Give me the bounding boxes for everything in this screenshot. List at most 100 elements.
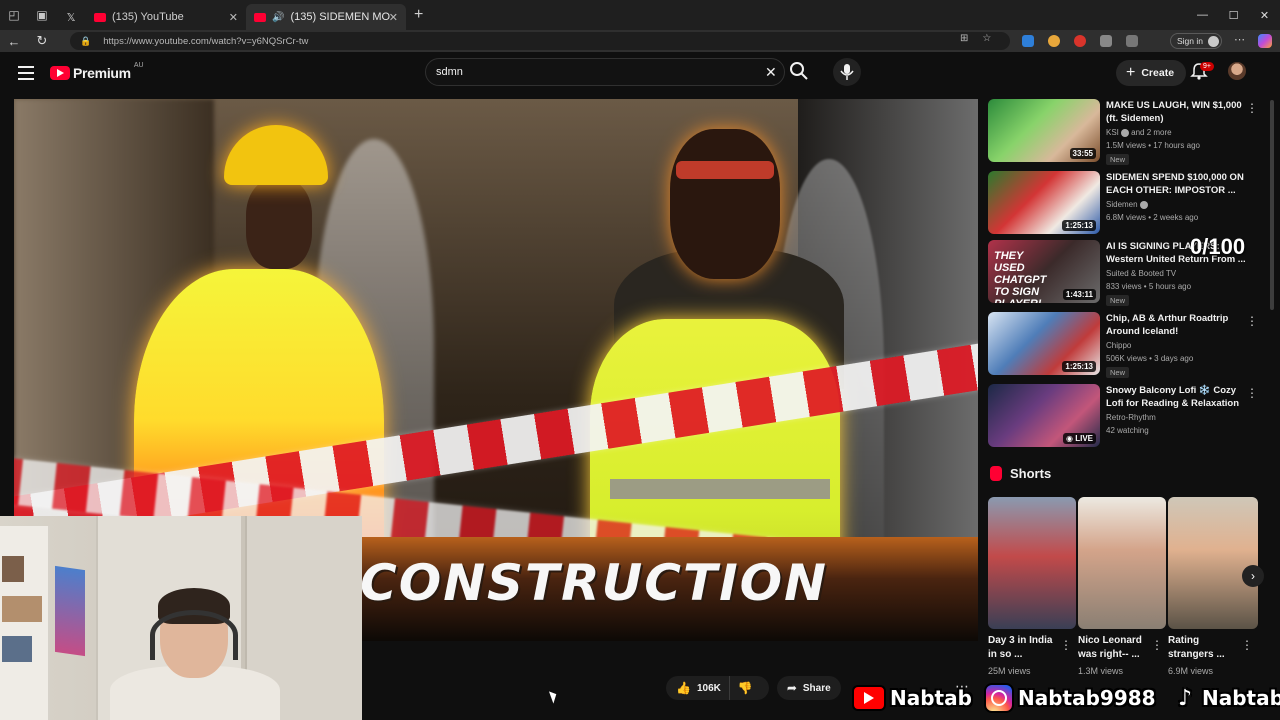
extensions-puzzle-icon[interactable] bbox=[1100, 35, 1112, 47]
address-bar[interactable]: 🔒 https://www.youtube.com/watch?v=y6NQSr… bbox=[70, 32, 1010, 50]
maximize-icon[interactable]: ☐ bbox=[1218, 0, 1249, 30]
hamburger-menu-icon[interactable] bbox=[18, 66, 34, 84]
video-title[interactable]: Chip, AB & Arthur Roadtrip Around Icelan… bbox=[1106, 312, 1246, 338]
new-badge: New bbox=[1106, 295, 1130, 306]
tab-label: (135) SIDEMEN MONOPOLY bbox=[290, 11, 391, 23]
tiktok-logo-icon: ♪ bbox=[1177, 685, 1193, 711]
short-options-icon[interactable]: ⋮ bbox=[1241, 638, 1253, 652]
tiktok-handle-overlay: ♪ Nabtab bbox=[1172, 681, 1280, 715]
tab-close-icon[interactable]: ✕ bbox=[229, 11, 238, 24]
clear-search-icon[interactable]: ✕ bbox=[765, 64, 777, 81]
sidebar-scrollbar[interactable] bbox=[1270, 100, 1274, 310]
channel-name[interactable]: Suited & Booted TV bbox=[1106, 269, 1176, 278]
extension-icon[interactable] bbox=[1048, 35, 1060, 47]
verified-icon bbox=[1120, 128, 1129, 137]
duration-badge: 1:25:13 bbox=[1062, 220, 1096, 231]
like-dislike-group: 👍 106K 👎 bbox=[666, 676, 769, 700]
favorite-star-icon[interactable]: ☆ bbox=[982, 33, 991, 44]
duration-badge: 1:25:13 bbox=[1062, 361, 1096, 372]
url-text: https://www.youtube.com/watch?v=y6NQSrCr… bbox=[103, 35, 309, 47]
extension-icon[interactable] bbox=[1022, 35, 1034, 47]
favorites-icon[interactable] bbox=[1126, 35, 1138, 47]
video-thumbnail[interactable]: 33:55 bbox=[988, 99, 1100, 162]
channel-name[interactable]: Chippo bbox=[1106, 341, 1131, 350]
recommendation-item[interactable]: 1:25:13 SIDEMEN SPEND $100,000 ON EACH O… bbox=[988, 171, 1268, 237]
video-title[interactable]: MAKE US LAUGH, WIN $1,000 (ft. Sidemen) bbox=[1106, 99, 1246, 125]
logo-text: Premium bbox=[73, 65, 131, 81]
verified-icon bbox=[1139, 200, 1148, 209]
video-person-left-head bbox=[246, 179, 312, 269]
search-input[interactable]: sdmn bbox=[436, 66, 463, 78]
youtube-handle: Nabtab bbox=[890, 686, 972, 710]
plus-icon: + bbox=[1126, 64, 1136, 81]
minimize-icon[interactable]: — bbox=[1187, 0, 1218, 30]
video-thumbnail[interactable]: 1:25:13 bbox=[988, 312, 1100, 375]
new-tab-icon[interactable]: + bbox=[414, 6, 423, 24]
short-thumbnail[interactable] bbox=[1078, 497, 1166, 629]
webcam-overlay bbox=[0, 516, 362, 720]
video-thumbnail[interactable]: THEY USED CHATGPT TO SIGN PLAYER! 1:43:1… bbox=[988, 240, 1100, 303]
x-logo-icon: 𝕏 bbox=[66, 11, 76, 24]
tv-screen bbox=[55, 565, 85, 657]
video-thumbnail[interactable]: 1:25:13 bbox=[988, 171, 1100, 234]
short-title[interactable]: Nico Leonard was right-- ... bbox=[1078, 634, 1148, 662]
duration-badge: 33:55 bbox=[1069, 148, 1096, 159]
browser-workspace-icon[interactable]: ◰ bbox=[0, 0, 28, 30]
tab-x[interactable]: 𝕏 bbox=[56, 4, 86, 30]
instagram-handle: Nabtab9988 bbox=[1018, 686, 1156, 710]
tab-actions-icon[interactable]: ▣ bbox=[28, 0, 56, 30]
recommendation-item[interactable]: 33:55 MAKE US LAUGH, WIN $1,000 (ft. Sid… bbox=[988, 99, 1268, 165]
shorts-next-icon[interactable]: › bbox=[1242, 565, 1264, 587]
video-options-icon[interactable]: ⋮ bbox=[1246, 101, 1258, 115]
create-button[interactable]: + Create bbox=[1116, 60, 1187, 86]
refresh-icon[interactable]: ↻ bbox=[28, 33, 56, 49]
instagram-logo-icon bbox=[984, 683, 1014, 713]
browser-menu-icon[interactable]: ⋯ bbox=[1234, 33, 1245, 46]
recommendation-item[interactable]: ◉ LIVE Snowy Balcony Lofi ❄️ Cozy Lofi f… bbox=[988, 384, 1268, 450]
short-title[interactable]: Day 3 in India in so ... bbox=[988, 634, 1058, 662]
recommendation-item[interactable]: 1:25:13 Chip, AB & Arthur Roadtrip Aroun… bbox=[988, 312, 1268, 378]
youtube-favicon-icon bbox=[94, 12, 106, 22]
tab-youtube-home[interactable]: (135) YouTube ✕ bbox=[86, 4, 246, 30]
tiktok-handle: Nabtab bbox=[1202, 686, 1280, 710]
video-options-icon[interactable]: ⋮ bbox=[1246, 314, 1258, 328]
channel-name[interactable]: Retro-Rhythm bbox=[1106, 413, 1156, 422]
channel-name[interactable]: Sidemen bbox=[1106, 200, 1148, 209]
video-options-icon[interactable]: ⋮ bbox=[1246, 386, 1258, 400]
search-button[interactable] bbox=[788, 60, 814, 86]
close-window-icon[interactable]: ✕ bbox=[1249, 0, 1280, 30]
sign-in-button[interactable]: Sign in bbox=[1170, 33, 1222, 49]
duration-badge: 1:43:11 bbox=[1062, 289, 1096, 300]
extension-icon[interactable] bbox=[1074, 35, 1086, 47]
tab-sidemen-monopoly[interactable]: 🔊 (135) SIDEMEN MONOPOLY ✕ bbox=[246, 4, 406, 30]
thumbs-down-icon[interactable]: 👎 bbox=[738, 681, 753, 695]
microphone-icon bbox=[840, 64, 854, 80]
copilot-icon[interactable] bbox=[1258, 34, 1272, 48]
voice-search-button[interactable] bbox=[833, 58, 861, 86]
short-title[interactable]: Rating strangers ... bbox=[1168, 634, 1238, 662]
tab-close-icon[interactable]: ✕ bbox=[389, 11, 398, 24]
headset bbox=[150, 610, 238, 660]
thumbs-up-icon[interactable]: 👍 bbox=[676, 681, 691, 695]
profile-avatar-icon bbox=[1208, 36, 1219, 47]
app-available-icon[interactable]: ⊞ bbox=[960, 33, 968, 44]
short-options-icon[interactable]: ⋮ bbox=[1151, 638, 1163, 652]
account-avatar[interactable] bbox=[1228, 62, 1246, 80]
short-thumbnail[interactable] bbox=[1168, 497, 1258, 629]
shorts-logo-icon bbox=[990, 466, 1002, 481]
short-views: 6.9M views bbox=[1168, 666, 1214, 676]
search-box[interactable]: sdmn ✕ bbox=[425, 58, 785, 86]
short-options-icon[interactable]: ⋮ bbox=[1060, 638, 1072, 652]
video-title[interactable]: Snowy Balcony Lofi ❄️ Cozy Lofi for Read… bbox=[1106, 384, 1246, 410]
youtube-premium-logo[interactable]: Premium AU bbox=[50, 62, 144, 81]
video-meta: 506K views • 3 days ago bbox=[1106, 354, 1194, 363]
channel-name[interactable]: KSI and 2 more bbox=[1106, 128, 1172, 137]
back-icon[interactable]: ← bbox=[0, 34, 28, 49]
like-count[interactable]: 106K bbox=[697, 683, 721, 694]
short-thumbnail[interactable] bbox=[988, 497, 1076, 629]
video-title[interactable]: SIDEMEN SPEND $100,000 ON EACH OTHER: IM… bbox=[1106, 171, 1246, 197]
youtube-play-icon bbox=[50, 66, 70, 80]
share-button[interactable]: ➦ Share bbox=[776, 676, 841, 700]
speaker-icon[interactable]: 🔊 bbox=[272, 12, 284, 23]
video-thumbnail[interactable]: ◉ LIVE bbox=[988, 384, 1100, 447]
